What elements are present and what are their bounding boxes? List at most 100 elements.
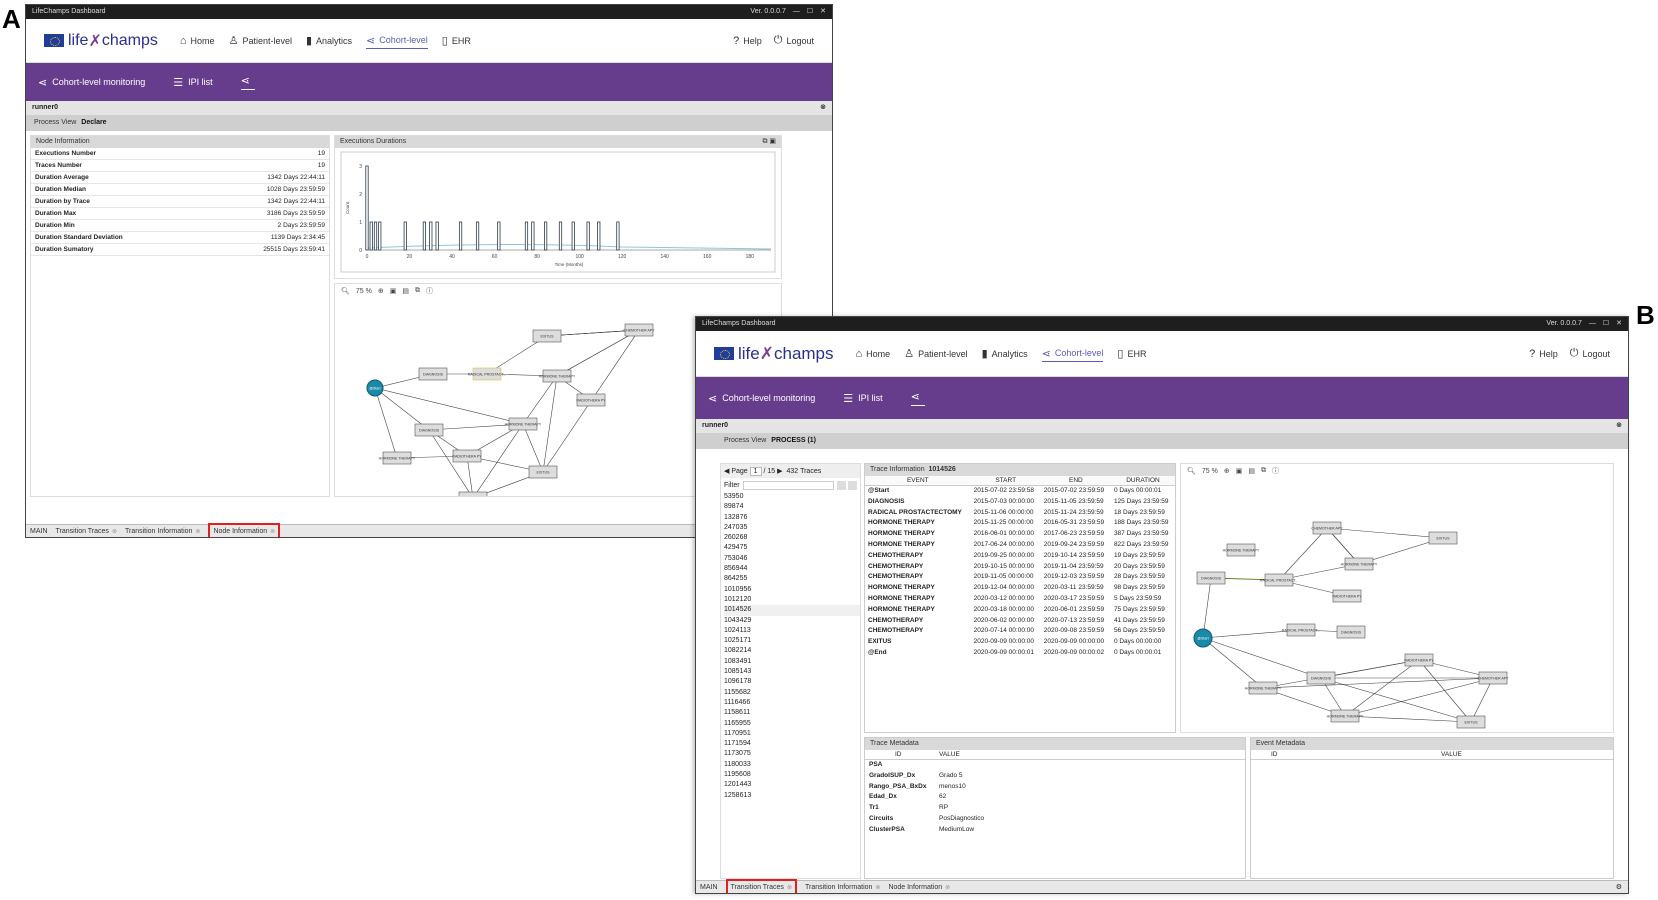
node-label[interactable]: @Start bbox=[369, 387, 380, 391]
event-col-header[interactable]: END bbox=[1040, 476, 1111, 486]
event-row[interactable]: HORMONE THERAPY 2019-12-04 00:00:00 2020-0… bbox=[865, 583, 1175, 594]
event-row[interactable]: HORMONE THERAPY 2016-06-01 00:00:00 2017-0… bbox=[865, 529, 1175, 540]
trace-list-item[interactable]: 753046 bbox=[724, 554, 860, 564]
ipi-list-link[interactable]: ☰ IPI list bbox=[173, 76, 212, 89]
prev-page-icon[interactable]: ◀ bbox=[724, 467, 729, 475]
node-label[interactable]: EXITUS bbox=[541, 335, 555, 339]
trace-list-item[interactable]: 856944 bbox=[724, 564, 860, 574]
event-col-header[interactable]: START bbox=[970, 476, 1041, 486]
nav-ehr[interactable]: ▯ EHR bbox=[442, 19, 471, 63]
image-icon[interactable]: ▣ bbox=[390, 287, 397, 295]
trace-list-item[interactable]: 1014526 bbox=[724, 605, 860, 616]
event-row[interactable]: CHEMOTHERAPY 2019-09-25 00:00:00 2019-10-1… bbox=[865, 551, 1175, 562]
help-button[interactable]: ? Help bbox=[733, 19, 762, 63]
node-label[interactable]: RADICAL PROSTACT... bbox=[1260, 579, 1298, 583]
copy-icon[interactable]: ⧉ bbox=[415, 287, 420, 295]
trace-list-item[interactable]: 247035 bbox=[724, 523, 860, 533]
trace-list-item[interactable]: 1085143 bbox=[724, 667, 860, 677]
close-runner-icon[interactable]: ⊗ bbox=[1616, 419, 1622, 433]
logout-button[interactable]: ⏻ Logout bbox=[1570, 332, 1610, 376]
maximize-icon[interactable]: ☐ bbox=[1603, 320, 1609, 327]
node-label[interactable]: RADIOTHERA PY bbox=[576, 399, 606, 403]
event-col-header[interactable]: DURATION bbox=[1110, 476, 1175, 486]
tab-transition-information[interactable]: Transition Information ⊗ bbox=[805, 884, 880, 891]
zoom-out-icon[interactable]: 🔍︎ bbox=[341, 287, 350, 295]
node-label[interactable]: DIAGNOSIS bbox=[1311, 677, 1332, 681]
minimize-icon[interactable]: — bbox=[1589, 320, 1596, 327]
filter-input[interactable] bbox=[742, 480, 834, 490]
node-label[interactable]: RADIOTHERA PY bbox=[1404, 659, 1434, 663]
node-label[interactable]: RADICAL PROSTACT... bbox=[1282, 629, 1320, 633]
trace-list-item[interactable]: 1010956 bbox=[724, 585, 860, 595]
info-icon[interactable]: ⓘ bbox=[1272, 466, 1279, 476]
node-label[interactable]: @Start bbox=[1197, 637, 1208, 641]
trash-icon[interactable]: ▤ bbox=[1248, 467, 1255, 475]
node-label[interactable]: DIAGNOSIS bbox=[423, 373, 444, 377]
close-icon[interactable]: ✕ bbox=[820, 8, 826, 15]
trace-list-item[interactable]: 1201443 bbox=[724, 780, 860, 790]
node-label[interactable]: CHEMOTHER APY bbox=[623, 329, 655, 333]
tab-main[interactable]: MAIN bbox=[700, 884, 718, 891]
trash-icon[interactable]: ▤ bbox=[402, 287, 409, 295]
nav-analytics[interactable]: ▮ Analytics bbox=[306, 19, 352, 63]
tab-main[interactable]: MAIN bbox=[30, 528, 48, 535]
trace-list-item[interactable]: 1116466 bbox=[724, 698, 860, 708]
node-label[interactable]: DIAGNOSIS bbox=[419, 429, 440, 433]
minimize-icon[interactable]: — bbox=[793, 8, 800, 15]
trace-list-item[interactable]: 1096178 bbox=[724, 677, 860, 687]
node-label[interactable]: HORMONE THERAPY bbox=[379, 457, 416, 461]
trace-list-item[interactable]: 1082214 bbox=[724, 646, 860, 656]
node-label[interactable]: HORMONE THERAPY bbox=[1341, 563, 1378, 567]
graph-view-link[interactable]: ⋖ bbox=[910, 390, 925, 406]
filter-clear-icon[interactable] bbox=[848, 480, 857, 490]
tab-transition-traces[interactable]: Transition Traces ⊗ bbox=[725, 879, 797, 893]
trace-list-item[interactable]: 1158611 bbox=[724, 708, 860, 718]
node-label[interactable]: CHEMOTHER APY bbox=[1477, 677, 1509, 681]
trace-list-item[interactable]: 1258613 bbox=[724, 791, 860, 801]
nav-patient-level[interactable]: ♙ Patient-level bbox=[229, 19, 292, 63]
help-button[interactable]: ? Help bbox=[1529, 332, 1558, 376]
event-row[interactable]: RADICAL PROSTACTECTOMY 2015-11-06 00:00:0… bbox=[865, 508, 1175, 519]
nav-patient-level[interactable]: ♙ Patient-level bbox=[904, 332, 967, 376]
image-icon[interactable]: ▣ bbox=[1236, 467, 1243, 475]
trace-list-item[interactable]: 1170951 bbox=[724, 729, 860, 739]
node-label[interactable]: RADIOTHERA PY bbox=[1332, 595, 1362, 599]
tab-transition-traces[interactable]: Transition Traces ⊗ bbox=[56, 528, 117, 535]
event-row[interactable]: EXITUS 2020-09-09 00:00:00 2020-09-09 00:0… bbox=[865, 637, 1175, 648]
trace-list-item[interactable]: 1171594 bbox=[724, 739, 860, 749]
tab-node-information[interactable]: Node Information ⊗ bbox=[888, 884, 950, 891]
export-icon[interactable]: ⧉ ▣ bbox=[762, 136, 776, 148]
event-row[interactable]: CHEMOTHERAPY 2020-06-02 00:00:00 2020-07-1… bbox=[865, 616, 1175, 627]
trace-list-item[interactable]: 1024113 bbox=[724, 626, 860, 636]
event-row[interactable]: DIAGNOSIS 2015-07-03 00:00:00 2015-11-05 2… bbox=[865, 497, 1175, 508]
nav-cohort-level[interactable]: ⋖ Cohort-level bbox=[366, 33, 428, 49]
node-label[interactable]: DIAGNOSIS bbox=[1201, 577, 1222, 581]
event-row[interactable]: CHEMOTHERAPY 2019-11-05 00:00:00 2019-12-0… bbox=[865, 572, 1175, 583]
ipi-list-link[interactable]: ☰ IPI list bbox=[843, 392, 882, 405]
node-label[interactable]: HORMONE THERAPY bbox=[1223, 549, 1260, 553]
nav-home[interactable]: ⌂ Home bbox=[856, 332, 891, 376]
tab-transition-information[interactable]: Transition Information ⊗ bbox=[125, 528, 200, 535]
graph-view-link[interactable]: ⋖ bbox=[240, 74, 255, 90]
event-row[interactable]: @Start 2015-07-02 23:59:58 2015-07-02 23:5… bbox=[865, 486, 1175, 497]
trace-list-item[interactable]: 864255 bbox=[724, 574, 860, 584]
node-label[interactable]: CHEMOTHER APY bbox=[1311, 527, 1343, 531]
event-row[interactable]: HORMONE THERAPY 2020-03-12 00:00:00 2020-0… bbox=[865, 594, 1175, 605]
node-label[interactable]: RADICAL PROSTACT... bbox=[468, 373, 506, 377]
zoom-in-icon[interactable]: ⊕ bbox=[378, 287, 384, 295]
node-label[interactable]: HORMONE THERAPY bbox=[1245, 687, 1282, 691]
page-input[interactable]: 1 bbox=[749, 466, 762, 476]
logout-button[interactable]: ⏻ Logout bbox=[774, 19, 814, 63]
node-label[interactable]: EXITUS bbox=[1437, 537, 1451, 541]
trace-list-item[interactable]: 1012120 bbox=[724, 595, 860, 605]
settings-icon[interactable]: ⚙ bbox=[1616, 883, 1622, 891]
zoom-out-icon[interactable]: 🔍︎ bbox=[1187, 467, 1196, 475]
nav-cohort-level[interactable]: ⋖ Cohort-level bbox=[1041, 346, 1104, 362]
node-label[interactable]: HORMONE THERAPY bbox=[539, 375, 576, 379]
trace-list-item[interactable]: 53950 bbox=[724, 492, 860, 502]
event-row[interactable]: CHEMOTHERAPY 2020-07-14 00:00:00 2020-09-0… bbox=[865, 626, 1175, 637]
trace-list-item[interactable]: 1155682 bbox=[724, 688, 860, 698]
trace-list-item[interactable]: 1180033 bbox=[724, 760, 860, 770]
trace-list-item[interactable]: 1173075 bbox=[724, 749, 860, 759]
event-row[interactable]: CHEMOTHERAPY 2019-10-15 00:00:00 2019-11-0… bbox=[865, 562, 1175, 573]
